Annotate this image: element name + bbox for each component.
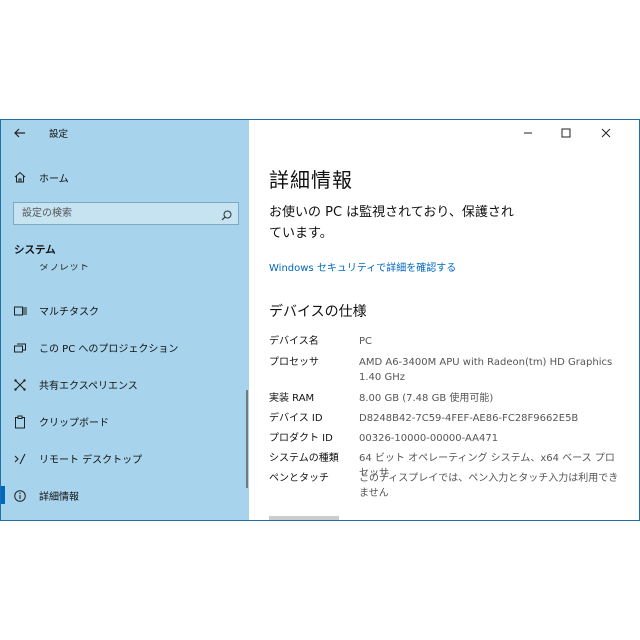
sidebar-scrollbar[interactable] [246, 390, 248, 488]
sidebar-item-label: 共有エクスペリエンス [39, 381, 138, 392]
sidebar-item-projection[interactable]: この PC へのプロジェクション [1, 332, 245, 362]
spec-value: 00326-10000-00000-AA471 [359, 433, 499, 444]
close-icon[interactable] [597, 124, 615, 142]
info-icon [13, 488, 27, 502]
content-pane: 詳細情報 お使いの PC は監視されており、保護され ています。 Windows… [249, 120, 639, 520]
section-title: システム [14, 244, 56, 256]
spec-key: デバイス ID [269, 413, 323, 424]
sidebar-item-remote-desktop[interactable]: リモート デスクトップ [1, 443, 245, 473]
spec-value: PC [359, 336, 373, 347]
sidebar-item-tablet[interactable]: タブレット [1, 264, 245, 276]
settings-window: 設定 ホーム システム タブレット マルチタスク [0, 119, 640, 521]
protection-status: お使いの PC は監視されており、保護され ています。 [269, 202, 544, 244]
spec-value: 8.00 GB (7.48 GB 使用可能) [359, 393, 494, 404]
title-bar-left: 設定 [1, 120, 249, 146]
spec-key: プロダクト ID [269, 433, 333, 444]
spec-value: このディスプレイでは、ペン入力とタッチ入力は利用できません [359, 473, 619, 499]
sidebar-item-label: タブレット [39, 264, 89, 273]
device-specs-title: デバイスの仕様 [269, 304, 367, 320]
sidebar-item-clipboard[interactable]: クリップボード [1, 406, 245, 436]
clipboard-icon [13, 414, 27, 429]
search-box [13, 202, 239, 225]
window-controls [519, 120, 639, 146]
app-title: 設定 [49, 129, 69, 140]
multitask-icon [13, 303, 27, 317]
active-indicator [1, 486, 5, 504]
sidebar-item-label: この PC へのプロジェクション [39, 344, 179, 355]
spec-key: 実装 RAM [269, 393, 315, 404]
minimize-icon[interactable] [519, 124, 537, 142]
sidebar: 設定 ホーム システム タブレット マルチタスク [1, 120, 249, 520]
page-title: 詳細情報 [269, 168, 353, 192]
search-input[interactable] [14, 203, 214, 224]
spec-value: AMD A6-3400M APU with Radeon(tm) HD Grap… [359, 357, 622, 383]
sidebar-item-label: クリップボード [39, 418, 109, 429]
spec-key: プロセッサ [269, 357, 319, 368]
spec-key: システムの種類 [269, 453, 339, 464]
spec-value: D8248B42-7C59-4FEF-AE86-FC28F9662E5B [359, 413, 579, 424]
sidebar-item-multitask[interactable]: マルチタスク [1, 295, 245, 325]
sidebar-item-home[interactable]: ホーム [1, 164, 249, 188]
security-details-link[interactable]: Windows セキュリティで詳細を確認する [269, 259, 456, 274]
sidebar-item-label: 詳細情報 [39, 492, 79, 503]
protection-line-1: お使いの PC は監視されており、保護され [269, 205, 514, 220]
back-arrow-icon[interactable] [11, 125, 29, 141]
sidebar-item-about[interactable]: 詳細情報 [1, 480, 245, 510]
spec-key: デバイス名 [269, 336, 319, 347]
projection-icon [13, 340, 27, 354]
sidebar-item-shared-experience[interactable]: 共有エクスペリエンス [1, 369, 245, 399]
remote-desktop-icon [13, 451, 27, 465]
protection-line-2: ています。 [269, 226, 333, 241]
spec-key: ペンとタッチ [269, 473, 329, 484]
copy-button[interactable] [269, 516, 339, 520]
sidebar-item-label: ホーム [39, 174, 69, 185]
search-icon[interactable] [220, 207, 233, 221]
sidebar-item-label: マルチタスク [39, 307, 99, 318]
home-icon [13, 169, 27, 183]
maximize-icon[interactable] [557, 124, 575, 142]
sidebar-item-label: リモート デスクトップ [39, 455, 143, 466]
shared-experience-icon [13, 377, 27, 391]
